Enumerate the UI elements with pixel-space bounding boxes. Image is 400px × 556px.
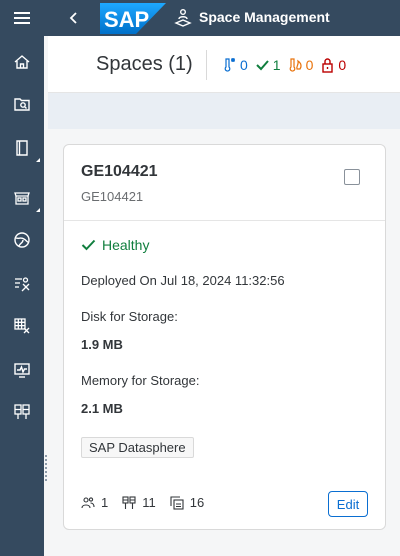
nav-business-builder[interactable] bbox=[0, 130, 44, 166]
nav-catalog[interactable] bbox=[0, 222, 44, 258]
memory-label: Memory for Storage: bbox=[81, 373, 200, 388]
hot-counter[interactable]: 0 bbox=[288, 57, 314, 73]
checkmark-icon bbox=[256, 60, 269, 71]
data-search-icon bbox=[14, 98, 30, 111]
card-footer-metrics: 1 11 16 bbox=[81, 495, 218, 510]
home-icon bbox=[14, 55, 30, 69]
deployed-date: Deployed On Jul 18, 2024 11:32:56 bbox=[81, 273, 285, 288]
cold-counter[interactable]: 0 bbox=[222, 57, 248, 73]
disk-value: 1.9 MB bbox=[81, 337, 123, 352]
side-navigation bbox=[0, 0, 44, 556]
cold-thermometer-icon bbox=[224, 58, 235, 72]
space-management-icon bbox=[174, 9, 192, 27]
menu-button[interactable] bbox=[0, 0, 44, 36]
lock-icon bbox=[322, 58, 334, 73]
shell-bar: SAP Space Management bbox=[44, 0, 400, 36]
status-healthy: Healthy bbox=[81, 237, 149, 253]
product-tag: SAP Datasphere bbox=[81, 437, 194, 458]
spaces-icon bbox=[14, 404, 30, 419]
nav-data-builder[interactable] bbox=[0, 86, 44, 122]
memory-value: 2.1 MB bbox=[81, 401, 123, 416]
tools-icon bbox=[15, 277, 30, 292]
nav-space-management[interactable] bbox=[0, 394, 44, 430]
nav-data-access[interactable] bbox=[0, 308, 44, 344]
members-count: 1 bbox=[101, 495, 109, 510]
space-id: GE104421 bbox=[81, 189, 144, 204]
back-button[interactable] bbox=[62, 6, 86, 30]
status-text: Healthy bbox=[102, 237, 150, 253]
objects-metric: 16 bbox=[170, 495, 204, 510]
edit-button[interactable]: Edit bbox=[328, 491, 368, 517]
book-icon bbox=[16, 140, 28, 156]
submenu-indicator bbox=[36, 158, 40, 162]
checkmark-icon bbox=[81, 239, 96, 251]
nav-data-integration[interactable] bbox=[0, 266, 44, 302]
users-icon bbox=[81, 496, 95, 508]
svg-text:SAP: SAP bbox=[104, 7, 149, 32]
connections-count: 11 bbox=[142, 495, 156, 510]
app: SAP Space Management Spaces (1) 0 1 0 0 … bbox=[0, 0, 400, 556]
locked-count: 0 bbox=[338, 57, 347, 73]
card-header: GE104421 GE104421 bbox=[64, 145, 385, 221]
chevron-left-icon bbox=[69, 12, 77, 24]
marketplace-icon bbox=[14, 192, 30, 205]
locked-counter[interactable]: 0 bbox=[320, 57, 346, 73]
space-title: GE104421 bbox=[81, 163, 158, 180]
page-header: Spaces (1) 0 1 0 0 bbox=[48, 36, 400, 93]
nav-marketplace[interactable] bbox=[0, 180, 44, 216]
pane-splitter[interactable] bbox=[44, 455, 48, 481]
grid-settings-icon bbox=[14, 318, 30, 334]
cold-count: 0 bbox=[240, 57, 248, 73]
connections-icon bbox=[122, 495, 136, 509]
toolbar-area bbox=[48, 93, 400, 129]
objects-icon bbox=[170, 495, 184, 510]
page-title: Spaces (1) bbox=[96, 53, 193, 75]
hot-thermometer-icon bbox=[289, 58, 302, 72]
nav-home[interactable] bbox=[0, 44, 44, 80]
menu-icon bbox=[14, 12, 30, 24]
status-counters: 0 1 0 0 bbox=[222, 56, 353, 74]
submenu-indicator bbox=[36, 208, 40, 212]
globe-icon bbox=[14, 232, 30, 248]
monitor-icon bbox=[14, 363, 30, 378]
connections-metric: 11 bbox=[122, 495, 156, 510]
members-metric: 1 bbox=[81, 495, 108, 510]
healthy-counter[interactable]: 1 bbox=[255, 57, 281, 73]
hot-count: 0 bbox=[305, 57, 314, 73]
healthy-count: 1 bbox=[272, 57, 281, 73]
disk-label: Disk for Storage: bbox=[81, 309, 178, 324]
space-card[interactable]: GE104421 GE104421 Healthy Deployed On Ju… bbox=[63, 144, 386, 530]
select-checkbox[interactable] bbox=[344, 169, 360, 185]
header-divider bbox=[206, 50, 207, 80]
shell-title: Space Management bbox=[199, 9, 330, 25]
objects-count: 16 bbox=[189, 495, 205, 510]
sap-logo: SAP bbox=[100, 3, 166, 34]
nav-system-monitor[interactable] bbox=[0, 352, 44, 388]
